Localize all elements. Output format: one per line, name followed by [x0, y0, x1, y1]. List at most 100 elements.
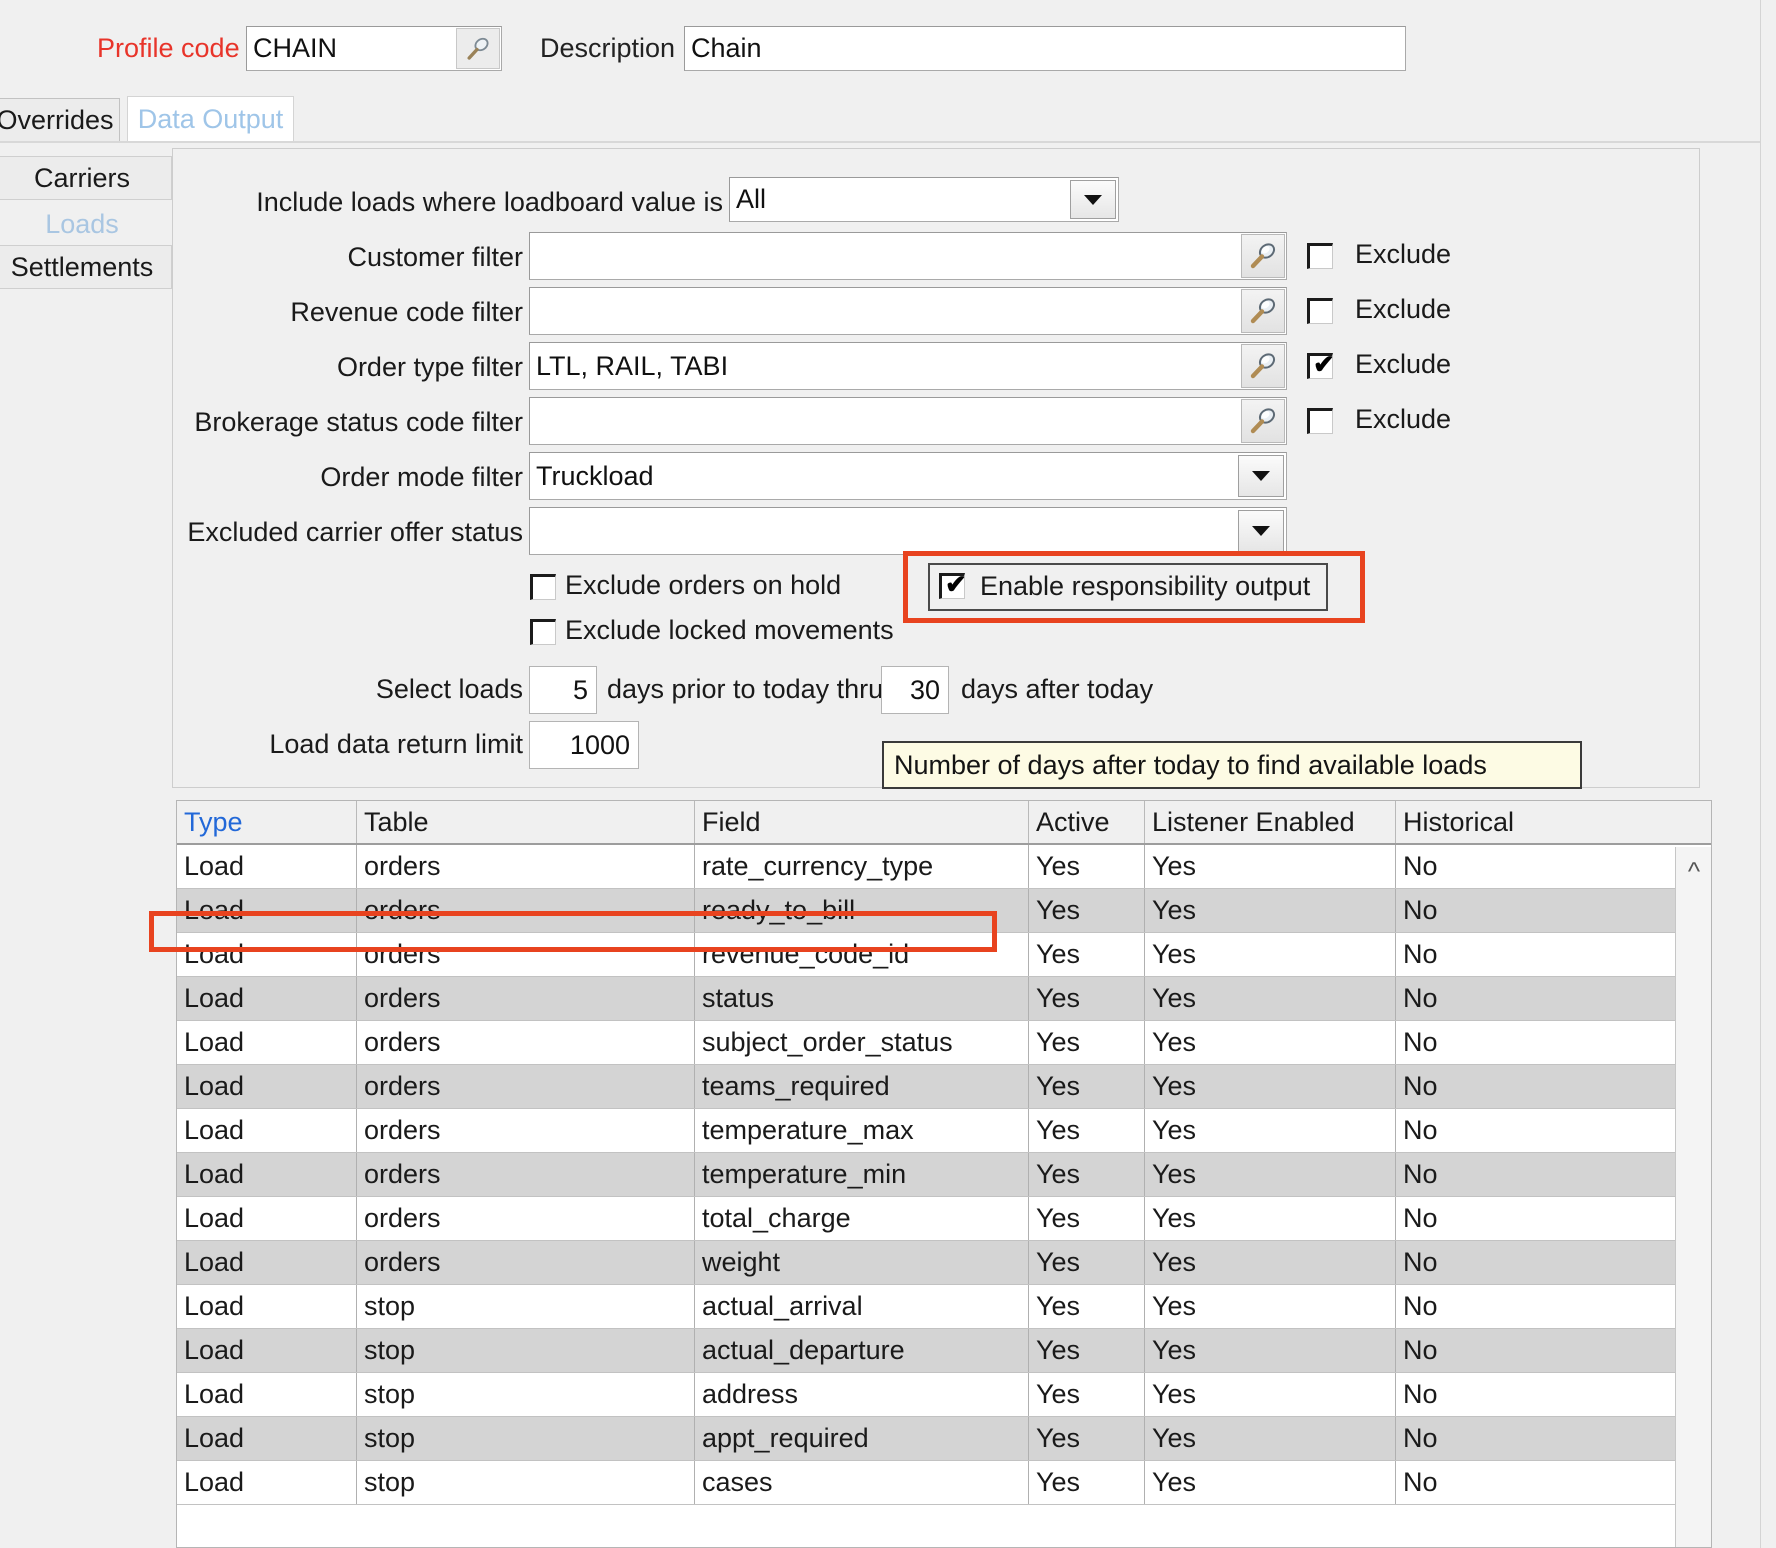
cell-listener: Yes [1145, 1461, 1396, 1504]
order-mode-filter-select[interactable]: Truckload [529, 452, 1287, 500]
order-mode-dropdown-button[interactable] [1238, 455, 1284, 497]
grid-vertical-scrollbar[interactable]: ^ [1675, 847, 1711, 1547]
order-mode-filter-value: Truckload [536, 460, 654, 491]
table-row[interactable]: Load orders rate_currency_type Yes Yes No [177, 845, 1711, 889]
loadboard-value-text: All [736, 184, 767, 214]
days-after-value: 30 [909, 674, 940, 705]
sidebar-item-carriers[interactable]: Carriers [0, 156, 172, 200]
enable-responsibility-output-checkbox[interactable]: ✔ [939, 571, 967, 599]
profile-code-search-icon[interactable] [456, 28, 500, 69]
cell-historical: No [1403, 1159, 1438, 1189]
grid-col-field[interactable]: Field [695, 801, 1029, 843]
cell-active: Yes [1029, 1197, 1145, 1240]
grid-col-type[interactable]: Type [177, 801, 357, 843]
customer-filter-exclude-checkbox[interactable] [1307, 243, 1333, 269]
table-row[interactable]: Load orders total_charge Yes Yes No [177, 1197, 1711, 1241]
brokerage-status-filter-input[interactable] [529, 397, 1287, 445]
table-row[interactable]: Load orders revenue_code_id Yes Yes No [177, 933, 1711, 977]
table-row[interactable]: Load orders ready_to_bill Yes Yes No [177, 889, 1711, 933]
cell-active: Yes [1029, 933, 1145, 976]
tab-data-output[interactable]: Data Output [127, 96, 294, 142]
table-row[interactable]: Load orders weight Yes Yes No [177, 1241, 1711, 1285]
order-type-filter-exclude-checkbox[interactable]: ✔ [1307, 351, 1335, 379]
cell-table: orders [357, 1021, 695, 1064]
profile-code-input[interactable]: CHAIN [246, 26, 502, 71]
cell-table: orders [357, 845, 695, 888]
revenue-code-filter-exclude-checkbox[interactable] [1307, 298, 1333, 324]
cell-listener: Yes [1145, 1021, 1396, 1064]
grid-col-listener[interactable]: Listener Enabled [1145, 801, 1396, 843]
cell-field: status [695, 977, 1029, 1020]
cell-listener: Yes [1145, 1285, 1396, 1328]
tab-data-output-label: Data Output [137, 103, 284, 134]
load-data-return-limit-label: Load data return limit [269, 729, 523, 759]
revenue-code-filter-search-button[interactable] [1241, 289, 1285, 333]
grid-col-historical[interactable]: Historical [1396, 801, 1676, 843]
table-row[interactable]: Load stop actual_arrival Yes Yes No [177, 1285, 1711, 1329]
cell-table: stop [357, 1373, 695, 1416]
table-row[interactable]: Load orders status Yes Yes No [177, 977, 1711, 1021]
grid-header-row: Type Table Field Active Listener Enabled… [177, 801, 1711, 845]
sidebar-item-loads[interactable]: Loads [0, 202, 172, 246]
excluded-carrier-offer-status-select[interactable] [529, 507, 1287, 555]
cell-active: Yes [1029, 1109, 1145, 1152]
tab-overrides[interactable]: Overrides [0, 98, 120, 142]
brokerage-status-filter-exclude-label: Exclude [1355, 404, 1452, 434]
tab-strip-divider [0, 141, 1776, 143]
cell-active: Yes [1029, 1373, 1145, 1416]
cell-field: address [695, 1373, 1029, 1416]
customer-filter-label: Customer filter [347, 242, 523, 272]
days-after-input[interactable]: 30 [881, 666, 949, 714]
load-data-return-limit-input[interactable]: 1000 [529, 721, 639, 769]
customer-filter-input[interactable] [529, 232, 1287, 280]
customer-filter-search-button[interactable] [1241, 234, 1285, 278]
sidebar-item-settlements[interactable]: Settlements [0, 245, 172, 289]
table-row[interactable]: Load orders temperature_max Yes Yes No [177, 1109, 1711, 1153]
days-prior-input[interactable]: 5 [529, 666, 597, 714]
grid-col-table[interactable]: Table [357, 801, 695, 843]
profile-code-value: CHAIN [253, 33, 338, 63]
loadboard-value-select[interactable]: All [729, 177, 1119, 222]
revenue-code-filter-input[interactable] [529, 287, 1287, 335]
sidebar-item-loads-label: Loads [45, 208, 119, 239]
loadboard-dropdown-button[interactable] [1070, 180, 1116, 219]
magnifier-icon [1250, 243, 1276, 269]
profile-code-label: Profile code [97, 33, 240, 63]
cell-table: stop [357, 1461, 695, 1504]
exclude-orders-on-hold-checkbox[interactable] [530, 574, 556, 600]
cell-table: orders [357, 1197, 695, 1240]
table-row[interactable]: Load stop appt_required Yes Yes No [177, 1417, 1711, 1461]
cell-listener: Yes [1145, 1241, 1396, 1284]
cell-table: orders [357, 1109, 695, 1152]
table-row[interactable]: Load stop address Yes Yes No [177, 1373, 1711, 1417]
enable-responsibility-output-container[interactable]: ✔ Enable responsibility output [928, 563, 1328, 611]
table-row[interactable]: Load orders subject_order_status Yes Yes No [177, 1021, 1711, 1065]
output-fields-grid[interactable]: Type Table Field Active Listener Enabled… [176, 800, 1712, 1548]
cell-table: stop [357, 1285, 695, 1328]
cell-historical: No [1403, 1027, 1438, 1057]
data-output-window: Profile code CHAIN Description Chain Ove… [0, 0, 1776, 1548]
table-row[interactable]: Load stop actual_departure Yes Yes No [177, 1329, 1711, 1373]
exclude-locked-movements-checkbox[interactable] [530, 619, 556, 645]
table-row[interactable]: Load orders temperature_min Yes Yes No [177, 1153, 1711, 1197]
cell-table: orders [357, 933, 695, 976]
select-loads-suffix-label: days after today [961, 674, 1154, 704]
table-row[interactable]: Load stop cases Yes Yes No [177, 1461, 1711, 1505]
chevron-up-icon[interactable]: ^ [1676, 858, 1711, 884]
brokerage-status-filter-search-button[interactable] [1241, 399, 1285, 443]
cell-field: actual_departure [695, 1329, 1029, 1372]
enable-responsibility-output-label: Enable responsibility output [980, 571, 1311, 601]
excluded-carrier-offer-status-dropdown-button[interactable] [1238, 510, 1284, 552]
tooltip: Number of days after today to find avail… [882, 741, 1582, 789]
grid-col-active[interactable]: Active [1029, 801, 1145, 843]
cell-table: stop [357, 1329, 695, 1372]
cell-field: revenue_code_id [695, 933, 1029, 976]
revenue-code-filter-label: Revenue code filter [290, 297, 523, 327]
brokerage-status-filter-exclude-checkbox[interactable] [1307, 408, 1333, 434]
order-type-filter-input[interactable]: LTL, RAIL, TABI [529, 342, 1287, 390]
cell-field: teams_required [695, 1065, 1029, 1108]
table-row[interactable]: Load orders teams_required Yes Yes No [177, 1065, 1711, 1109]
description-input[interactable]: Chain [684, 26, 1406, 71]
order-type-filter-search-button[interactable] [1241, 344, 1285, 388]
loadboard-value-label: Include loads where loadboard value is [256, 187, 723, 217]
